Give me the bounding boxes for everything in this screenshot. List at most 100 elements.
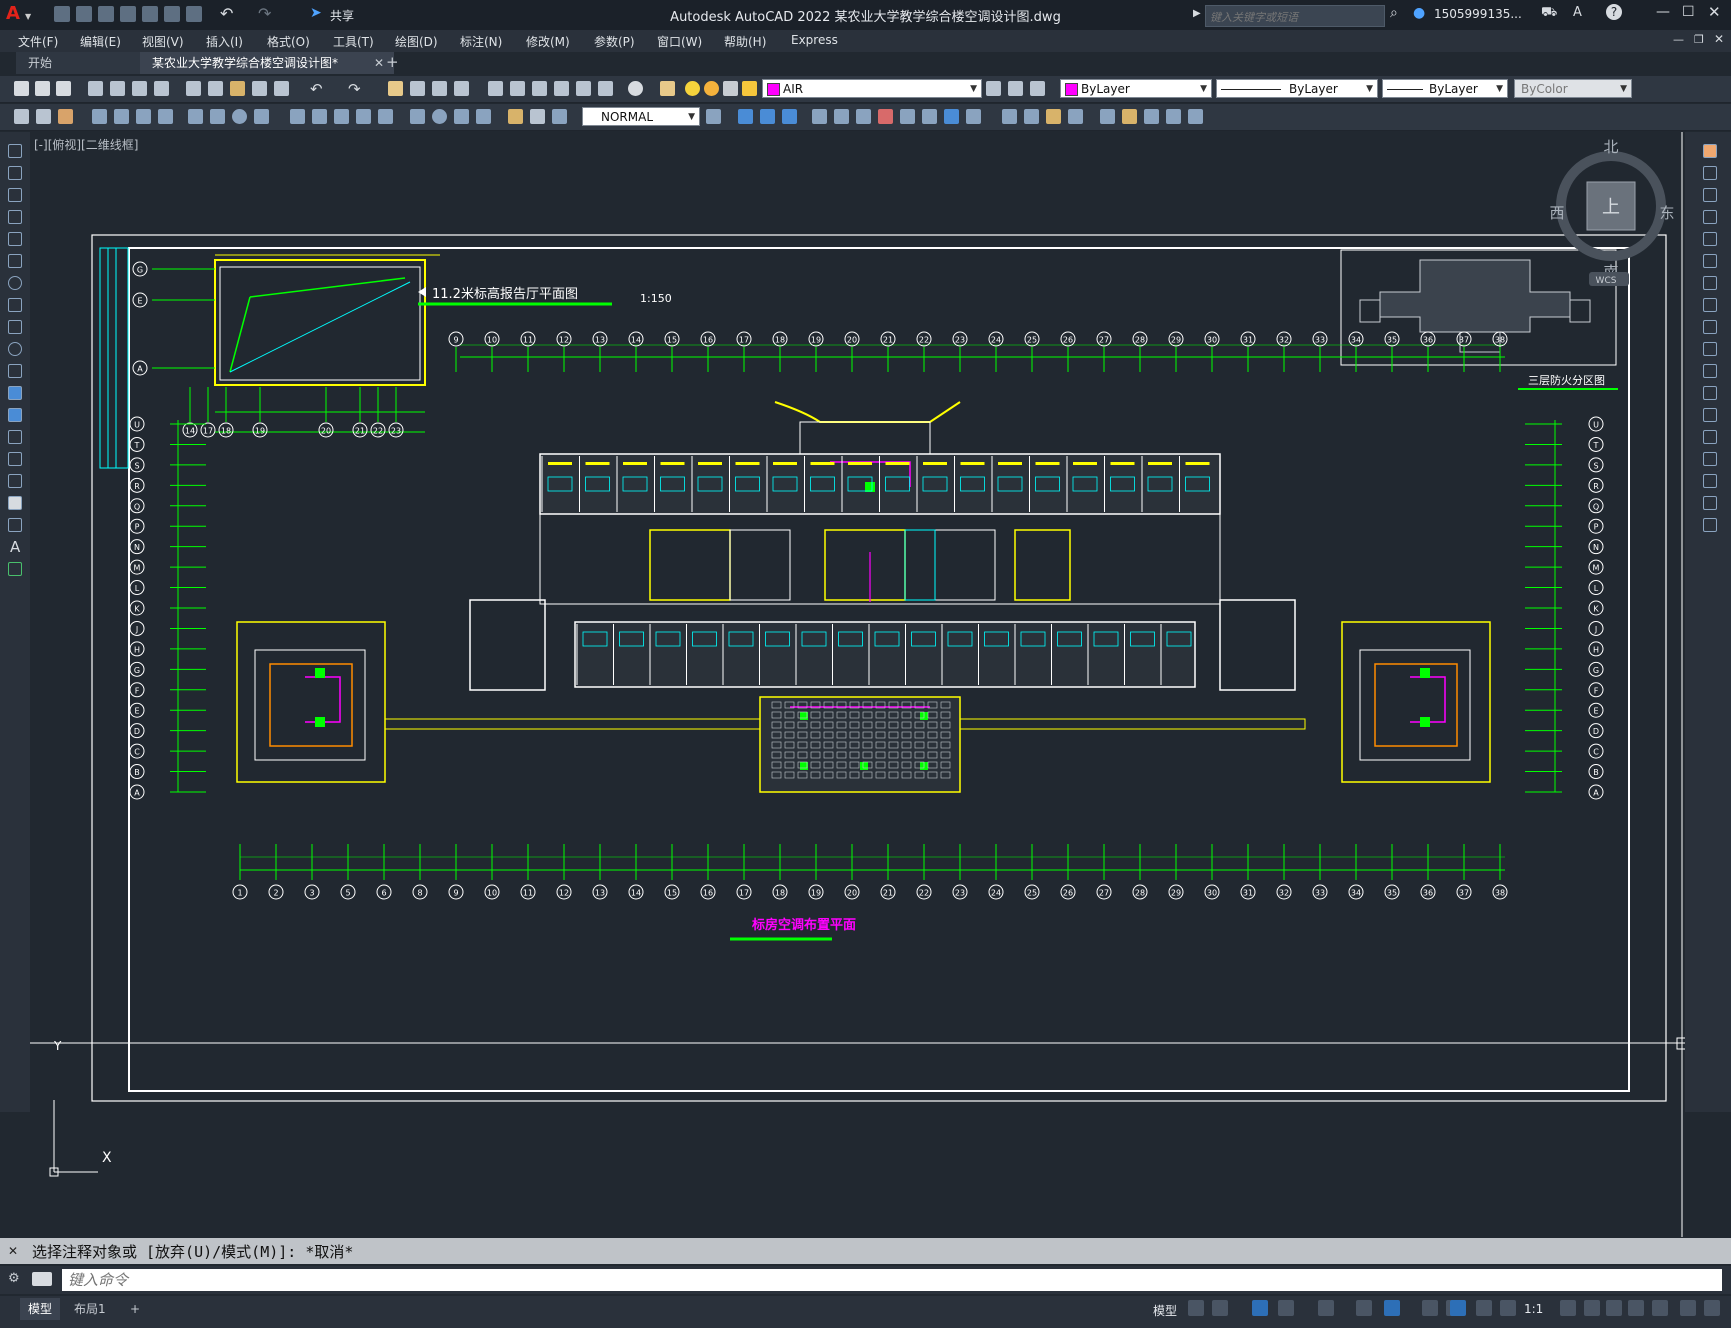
paste-icon[interactable] <box>230 81 245 96</box>
cart-icon[interactable]: ⛟ <box>1541 5 1557 22</box>
make-block-icon[interactable] <box>8 408 22 422</box>
angular-dim-icon[interactable] <box>254 109 269 124</box>
doc-close-icon[interactable]: ✕ <box>1714 32 1724 46</box>
drawing-canvas[interactable]: [-][俯视][二维线框] GEA 14 17 18 19 20 21 22 23 11.2米… <box>30 132 1689 1237</box>
recent-commands-icon[interactable] <box>32 1272 52 1286</box>
layer-previous-icon[interactable] <box>1008 81 1023 96</box>
linetype-dropdown[interactable]: ByLayer ▼ <box>1216 79 1378 98</box>
move-icon[interactable] <box>1703 254 1717 268</box>
add-layout-button[interactable]: + <box>122 1298 148 1320</box>
explode-icon[interactable] <box>1703 518 1717 532</box>
ellipse-icon[interactable] <box>8 342 22 356</box>
viewcube-east[interactable]: 东 <box>1659 204 1674 222</box>
sheet-set-icon[interactable] <box>554 81 569 96</box>
polar-icon[interactable] <box>1278 1300 1294 1316</box>
user-name[interactable]: 1505999135... <box>1434 7 1522 21</box>
properties-icon[interactable] <box>488 81 503 96</box>
pan-icon[interactable] <box>388 81 403 96</box>
mirror-icon[interactable] <box>782 109 797 124</box>
trim-icon[interactable] <box>922 109 937 124</box>
linear-dim-icon[interactable] <box>92 109 107 124</box>
jogged-dim-icon[interactable] <box>210 109 225 124</box>
stretch-icon[interactable] <box>900 109 915 124</box>
dim-break-icon[interactable] <box>378 109 393 124</box>
erase-icon[interactable] <box>1703 144 1717 158</box>
dim-text-edit-icon[interactable] <box>530 109 545 124</box>
rotate-icon[interactable] <box>856 109 871 124</box>
undo-icon[interactable]: ↶ <box>310 80 323 98</box>
layer-on-icon[interactable] <box>685 81 700 96</box>
chamfer-icon[interactable] <box>1703 452 1717 466</box>
menu-modify[interactable]: 修改(M) <box>526 33 570 50</box>
model-space[interactable]: [-][俯视][二维线框] GEA 14 17 18 19 20 21 22 23 11.2米… <box>30 132 1689 1237</box>
layer-state-icon[interactable] <box>1030 81 1045 96</box>
isodraft-icon[interactable] <box>1318 1300 1334 1316</box>
ordinate-dim-icon[interactable] <box>158 109 173 124</box>
rectangle-icon[interactable] <box>8 232 22 246</box>
layer-match-icon[interactable] <box>14 109 29 124</box>
layer-properties-icon[interactable] <box>660 81 675 96</box>
viewcube-west[interactable]: 西 <box>1549 204 1564 222</box>
trim-icon[interactable] <box>1703 342 1717 356</box>
menu-express[interactable]: Express <box>791 33 838 47</box>
ungroup-icon[interactable] <box>1166 109 1181 124</box>
autodesk-a360-icon[interactable]: A <box>1573 5 1582 20</box>
menu-view[interactable]: 视图(V) <box>142 33 184 50</box>
layer-uniso-icon[interactable] <box>58 109 73 124</box>
break-at-point-icon[interactable] <box>1703 386 1717 400</box>
units-icon[interactable] <box>1606 1300 1622 1316</box>
customize-icon[interactable]: ⚙ <box>8 1271 20 1286</box>
select-similar-icon[interactable] <box>1188 109 1203 124</box>
mirror-icon[interactable] <box>1703 188 1717 202</box>
chamfer-icon[interactable] <box>1024 109 1039 124</box>
lineweight-icon[interactable] <box>1422 1300 1438 1316</box>
redo-icon[interactable]: ↷ <box>348 80 361 98</box>
menu-format[interactable]: 格式(O) <box>267 33 310 50</box>
viewcube-north[interactable]: 北 <box>1603 138 1618 156</box>
zoom-previous-icon[interactable] <box>454 81 469 96</box>
layer-iso-icon[interactable] <box>36 109 51 124</box>
layer-dropdown[interactable]: AIR ▼ <box>762 79 982 98</box>
layer-viewport-icon[interactable] <box>723 81 738 96</box>
fillet-icon[interactable] <box>1703 474 1717 488</box>
tab-close-icon[interactable]: ✕ <box>374 52 384 74</box>
copy-icon[interactable] <box>208 81 223 96</box>
search-box[interactable] <box>1205 5 1385 28</box>
region-icon[interactable] <box>8 496 22 510</box>
radius-dim-icon[interactable] <box>188 109 203 124</box>
ellipse-arc-icon[interactable] <box>8 364 22 378</box>
diameter-dim-icon[interactable] <box>232 109 247 124</box>
offset-icon[interactable] <box>812 109 827 124</box>
new-tab-button[interactable]: + <box>386 53 399 71</box>
tool-palettes-icon[interactable] <box>532 81 547 96</box>
join-icon[interactable] <box>1002 109 1017 124</box>
quick-properties-icon[interactable] <box>1628 1300 1644 1316</box>
menu-dimension[interactable]: 标注(N) <box>460 33 502 50</box>
doc-restore-icon[interactable]: ❐ <box>1694 33 1704 46</box>
erase-icon[interactable] <box>1100 109 1115 124</box>
plot-preview-icon[interactable] <box>110 81 125 96</box>
command-input[interactable] <box>62 1269 1722 1291</box>
add-selected-icon[interactable] <box>8 562 22 576</box>
polygon-icon[interactable] <box>8 210 22 224</box>
model-tab[interactable]: 模型 <box>20 1298 61 1320</box>
dim-update-icon[interactable] <box>552 109 567 124</box>
zoom-realtime-icon[interactable] <box>410 81 425 96</box>
layout-tab[interactable]: 布局1 <box>66 1298 114 1320</box>
tab-start[interactable]: 开始 <box>16 52 160 74</box>
auto-scale-icon[interactable] <box>1476 1300 1492 1316</box>
table-icon[interactable] <box>8 518 22 532</box>
dim-style-icon[interactable] <box>706 109 721 124</box>
help-icon[interactable] <box>628 81 643 96</box>
help-icon[interactable]: ? <box>1606 4 1622 20</box>
scale-icon[interactable] <box>1703 298 1717 312</box>
close-icon[interactable]: ✕ <box>1708 3 1721 21</box>
array-icon[interactable] <box>1703 232 1717 246</box>
user-icon[interactable]: ● <box>1413 5 1425 21</box>
save-icon[interactable] <box>56 81 71 96</box>
point-icon[interactable] <box>8 430 22 444</box>
customize-status-icon[interactable] <box>1704 1300 1720 1316</box>
menu-help[interactable]: 帮助(H) <box>724 33 766 50</box>
annotation-scale-icon[interactable] <box>1500 1300 1516 1316</box>
object-snap-icon[interactable] <box>1384 1300 1400 1316</box>
